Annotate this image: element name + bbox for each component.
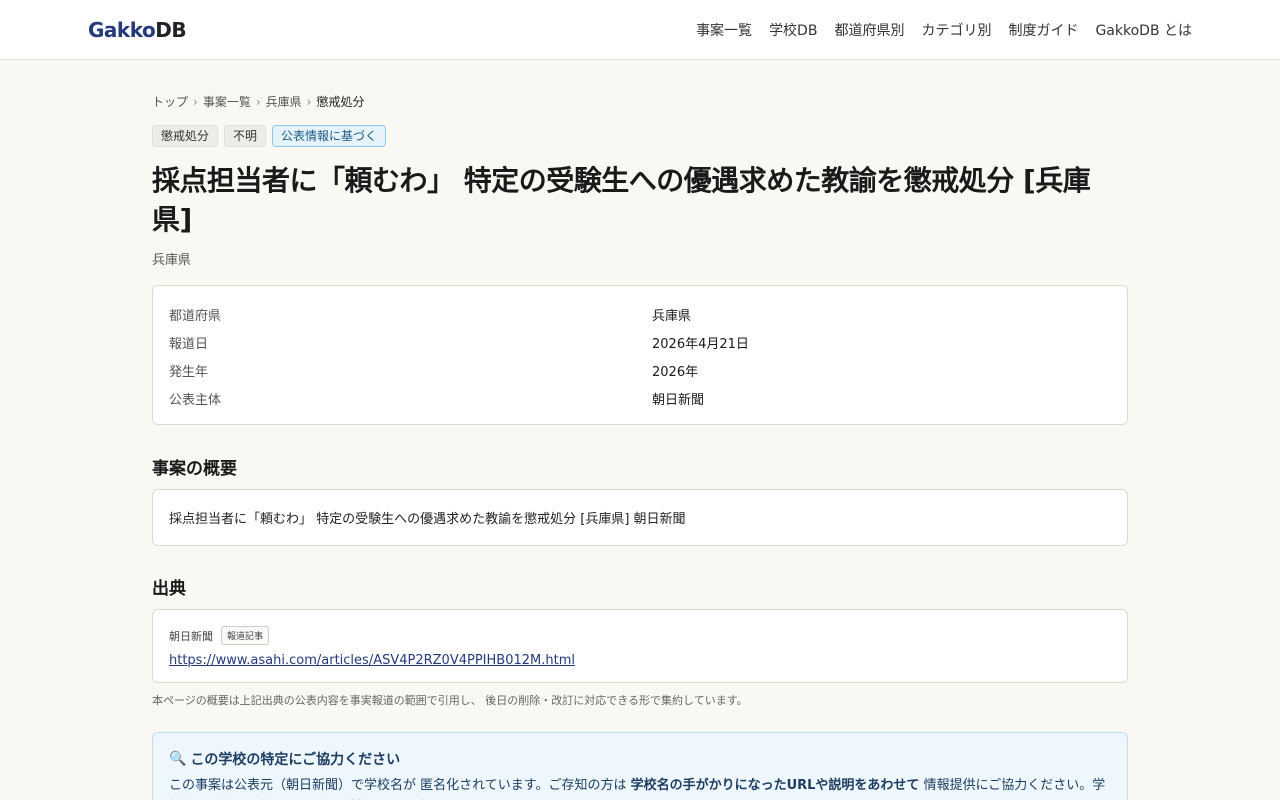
tag-list: 懲戒処分 不明 公表情報に基づく xyxy=(152,125,1128,147)
breadcrumb-cases[interactable]: 事案一覧 xyxy=(203,93,251,110)
summary-text: 採点担当者に「頼むわ」 特定の受験生への優遇求めた教諭を懲戒処分 [兵庫県] 朝… xyxy=(169,512,686,527)
breadcrumb-separator: › xyxy=(193,94,198,109)
breadcrumb-separator: › xyxy=(306,94,312,109)
meta-value: 朝日新聞 xyxy=(652,392,705,408)
callout-title-row: 🔍 この学校の特定にご協力ください xyxy=(169,749,1111,769)
nav-prefectures[interactable]: 都道府県別 xyxy=(834,20,904,40)
tag-status[interactable]: 不明 xyxy=(224,125,267,147)
nav-about[interactable]: GakkoDB とは xyxy=(1095,20,1192,40)
meta-key: 都道府県 xyxy=(169,308,222,324)
breadcrumb-prefecture[interactable]: 兵庫県 xyxy=(266,93,302,110)
logo-gakko: Gakko xyxy=(88,17,156,42)
meta-row: 発生年 2026年 xyxy=(169,356,1111,384)
source-url-link[interactable]: https://www.asahi.com/articles/ASV4P2RZ0… xyxy=(169,653,575,668)
disclaimer-text: 本ページの概要は上記出典の公表内容を事実報道の範囲で引用し、 後日の削除・改訂に… xyxy=(152,694,748,707)
summary-card: 採点担当者に「頼むわ」 特定の受験生への優遇求めた教諭を懲戒処分 [兵庫県] 朝… xyxy=(152,489,1128,546)
breadcrumb: トップ › 事案一覧 › 兵庫県 › 懲戒処分 xyxy=(152,93,1128,110)
meta-value: 兵庫県 xyxy=(652,308,692,324)
tag-category[interactable]: 懲戒処分 xyxy=(152,125,219,147)
meta-row: 公表主体 朝日新聞 xyxy=(169,384,1111,412)
main-nav: 事案一覧 学校DB 都道府県別 カテゴリ別 制度ガイド GakkoDB とは xyxy=(696,20,1192,40)
breadcrumb-current: 懲戒処分 xyxy=(316,95,365,109)
nav-school-db[interactable]: 学校DB xyxy=(769,20,817,40)
nav-categories[interactable]: カテゴリ別 xyxy=(921,20,991,40)
callout-text-part1: この事案は公表元（朝日新聞）で学校名が 匿名化されています。ご存知の方は xyxy=(169,778,631,793)
source-card: 朝日新聞 報道記事 https://www.asahi.com/articles… xyxy=(152,609,1128,683)
logo-db: DB xyxy=(155,17,187,42)
nav-guide[interactable]: 制度ガイド xyxy=(1008,20,1078,40)
meta-value: 2026年 xyxy=(652,364,699,380)
summary-heading: 事案の概要 xyxy=(152,459,237,479)
callout-text: この事案は公表元（朝日新聞）で学校名が 匿名化されています。ご存知の方は 学校名… xyxy=(169,775,1111,800)
meta-value: 2026年4月21日 xyxy=(652,336,749,352)
main-content: トップ › 事案一覧 › 兵庫県 › 懲戒処分 懲戒処分 不明 公表情報に基づく… xyxy=(152,60,1128,800)
page-title: 採点担当者に「頼むわ」 特定の受験生への優遇求めた教諭を懲戒処分 [兵庫県] xyxy=(152,164,1091,236)
meta-key: 発生年 xyxy=(169,364,209,380)
source-header: 朝日新聞 報道記事 xyxy=(169,626,1111,645)
site-header: GakkoDB 事案一覧 学校DB 都道府県別 カテゴリ別 制度ガイド Gakk… xyxy=(0,0,1280,60)
callout-text-emphasis: 学校名の手がかりになったURLや説明をあわせて xyxy=(630,778,920,793)
callout-title: この学校の特定にご協力ください xyxy=(190,752,401,768)
source-publisher: 朝日新聞 xyxy=(169,629,213,643)
source-heading: 出典 xyxy=(152,579,186,599)
source-type-badge: 報道記事 xyxy=(221,626,270,645)
site-logo[interactable]: GakkoDB xyxy=(88,17,187,42)
identify-school-callout: 🔍 この学校の特定にご協力ください この事案は公表元（朝日新聞）で学校名が 匿名… xyxy=(152,732,1128,800)
magnifier-icon: 🔍 xyxy=(169,751,187,767)
nav-cases[interactable]: 事案一覧 xyxy=(696,20,752,40)
breadcrumb-separator: › xyxy=(255,94,261,109)
tag-public-info[interactable]: 公表情報に基づく xyxy=(272,125,387,147)
meta-row: 都道府県 兵庫県 xyxy=(169,300,1111,328)
meta-key: 報道日 xyxy=(169,336,209,352)
page-subtitle-prefecture: 兵庫県 xyxy=(152,253,192,268)
breadcrumb-top[interactable]: トップ xyxy=(152,93,188,110)
meta-table: 都道府県 兵庫県 報道日 2026年4月21日 発生年 2026年 公表主体 朝… xyxy=(152,285,1128,425)
meta-key: 公表主体 xyxy=(169,392,222,408)
meta-row: 報道日 2026年4月21日 xyxy=(169,328,1111,356)
